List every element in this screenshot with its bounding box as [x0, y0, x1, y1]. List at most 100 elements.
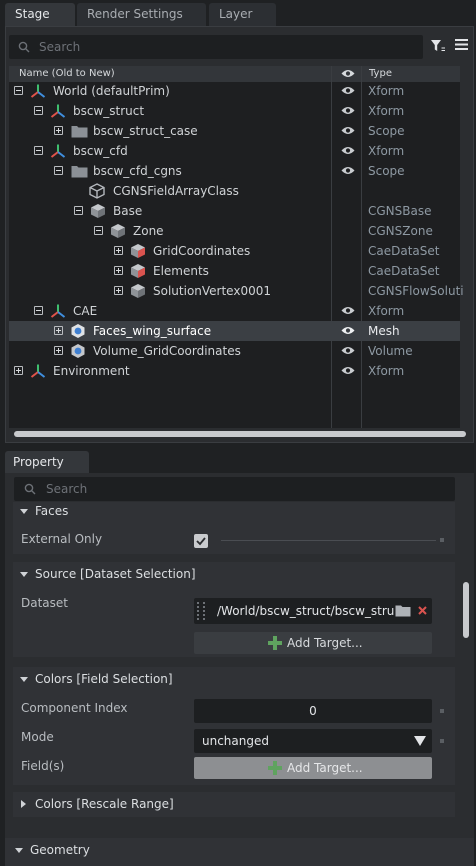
reset-indicator[interactable]: [440, 709, 444, 713]
tree-item-label: bscw_struct_case: [93, 124, 198, 138]
expand-icon[interactable]: [114, 246, 123, 255]
folder-icon: [71, 166, 88, 178]
dropdown-arrow-icon: [414, 736, 426, 746]
add-field-target-button[interactable]: Add Target...: [194, 757, 432, 779]
visibility-eye-icon[interactable]: [341, 86, 355, 95]
property-vertical-scrollbar[interactable]: [463, 582, 469, 638]
collapse-icon[interactable]: [34, 106, 43, 115]
tree-row-cae[interactable]: CAE Xform: [9, 301, 460, 321]
colors-section: Colors [Field Selection] Component Index…: [13, 667, 455, 785]
tree-row-environment[interactable]: Environment Xform: [9, 361, 460, 381]
add-target-label: Add Target...: [287, 636, 363, 650]
section-title[interactable]: Geometry: [30, 843, 90, 857]
reset-indicator[interactable]: [440, 739, 444, 743]
collapse-icon[interactable]: [14, 86, 23, 95]
visibility-eye-icon[interactable]: [341, 346, 355, 355]
tree-item-type: CaeDataSet: [368, 244, 440, 258]
tree-item-type: Xform: [368, 104, 405, 118]
class-cube-icon: [89, 183, 105, 199]
tree-row-grid-coordinates[interactable]: GridCoordinates CaeDataSet: [9, 241, 460, 261]
tree-row-volume-grid-coordinates[interactable]: Volume_GridCoordinates Volume: [9, 341, 460, 361]
geometry-section: Geometry: [5, 838, 474, 866]
drag-handle-icon[interactable]: [197, 602, 205, 620]
component-index-input[interactable]: 0: [194, 699, 432, 723]
panel-tab-bar: Stage Render Settings Layer: [0, 0, 476, 26]
tree-row-solution-vertex[interactable]: SolutionVertex0001 CGNSFlowSoluti: [9, 281, 464, 301]
collapse-caret-icon[interactable]: [20, 677, 28, 682]
collapse-icon[interactable]: [74, 206, 83, 215]
visibility-eye-icon[interactable]: [341, 166, 355, 175]
stage-horizontal-scrollbar[interactable]: [14, 431, 466, 437]
prim-cube-icon: [91, 204, 105, 218]
dataset-target-field[interactable]: /World/bscw_struct/bscw_stru: [194, 598, 432, 624]
tree-row-bscw-cfd-cgns[interactable]: bscw_cfd_cgns Scope: [9, 161, 460, 181]
plus-icon: [268, 636, 282, 650]
reset-indicator[interactable]: [440, 538, 444, 542]
tree-row-bscw-struct[interactable]: bscw_struct Xform: [9, 101, 460, 121]
tab-render-settings[interactable]: Render Settings: [77, 3, 206, 26]
collapse-icon[interactable]: [54, 166, 63, 175]
section-title[interactable]: Faces: [35, 504, 68, 518]
expand-icon[interactable]: [54, 346, 63, 355]
collapse-icon[interactable]: [34, 306, 43, 315]
tab-layer[interactable]: Layer: [209, 3, 276, 26]
tree-item-label: CAE: [73, 304, 98, 318]
tree-item-label: bscw_struct: [73, 104, 145, 118]
external-only-checkbox[interactable]: [194, 534, 208, 548]
mode-dropdown[interactable]: unchanged: [194, 729, 432, 753]
expand-icon[interactable]: [114, 266, 123, 275]
visibility-eye-icon[interactable]: [341, 366, 355, 375]
search-placeholder: Search: [46, 482, 88, 496]
collapse-icon[interactable]: [34, 146, 43, 155]
visibility-eye-icon[interactable]: [341, 306, 355, 315]
visibility-eye-icon[interactable]: [341, 326, 355, 335]
xform-icon: [50, 304, 66, 318]
tree-row-bscw-struct-case[interactable]: bscw_struct_case Scope: [9, 121, 460, 141]
column-name-header[interactable]: Name (Old to New): [19, 68, 115, 79]
tree-row-bscw-cfd[interactable]: bscw_cfd Xform: [9, 141, 460, 161]
section-title[interactable]: Source [Dataset Selection]: [35, 567, 196, 581]
expand-icon[interactable]: [54, 326, 63, 335]
expand-icon[interactable]: [114, 286, 123, 295]
section-title[interactable]: Colors [Field Selection]: [35, 672, 173, 686]
tree-row-world[interactable]: World (defaultPrim) Xform: [9, 81, 460, 101]
stage-search-input[interactable]: Search: [9, 35, 423, 59]
tree-row-zone[interactable]: Zone CGNSZone: [9, 221, 460, 241]
property-search-input[interactable]: Search: [14, 477, 455, 501]
mode-value: unchanged: [202, 734, 269, 748]
visibility-column-icon: [341, 70, 355, 77]
expand-icon[interactable]: [14, 366, 23, 375]
tree-item-label: CGNSFieldArrayClass: [113, 184, 239, 198]
expand-icon[interactable]: [54, 126, 63, 135]
collapse-caret-icon[interactable]: [15, 848, 23, 853]
section-title[interactable]: Colors [Rescale Range]: [35, 797, 174, 811]
column-type-header[interactable]: Type: [369, 68, 392, 79]
tree-item-label: bscw_cfd: [73, 144, 128, 158]
fields-label: Field(s): [21, 759, 65, 773]
collapse-caret-icon[interactable]: [20, 509, 28, 514]
folder-icon[interactable]: [395, 604, 411, 617]
filter-icon[interactable]: [430, 39, 446, 53]
visibility-eye-icon[interactable]: [341, 126, 355, 135]
expand-caret-icon[interactable]: [21, 800, 26, 808]
visibility-eye-icon[interactable]: [341, 146, 355, 155]
tree-row-base[interactable]: Base CGNSBase: [9, 201, 460, 221]
tree-item-label: Zone: [133, 224, 164, 238]
remove-icon[interactable]: [418, 606, 427, 615]
collapse-icon[interactable]: [94, 226, 103, 235]
tree-item-type: Xform: [368, 304, 405, 318]
visibility-eye-icon[interactable]: [341, 106, 355, 115]
tab-stage[interactable]: Stage: [5, 3, 75, 26]
menu-icon[interactable]: [455, 39, 468, 50]
tree-item-label: GridCoordinates: [153, 244, 251, 258]
xform-icon: [30, 364, 46, 378]
tab-property[interactable]: Property: [5, 451, 89, 473]
dataset-path[interactable]: /World/bscw_struct/bscw_stru: [217, 604, 394, 618]
tree-row-faces-wing-surface[interactable]: Faces_wing_surface Mesh: [9, 321, 460, 341]
collapse-caret-icon[interactable]: [20, 572, 28, 577]
tree-row-elements[interactable]: Elements CaeDataSet: [9, 261, 460, 281]
tree-row-cgns-field-array-class[interactable]: CGNSFieldArrayClass: [9, 181, 460, 201]
xform-icon: [50, 144, 66, 158]
add-target-button[interactable]: Add Target...: [194, 632, 432, 654]
tree-item-label: Base: [113, 204, 143, 218]
